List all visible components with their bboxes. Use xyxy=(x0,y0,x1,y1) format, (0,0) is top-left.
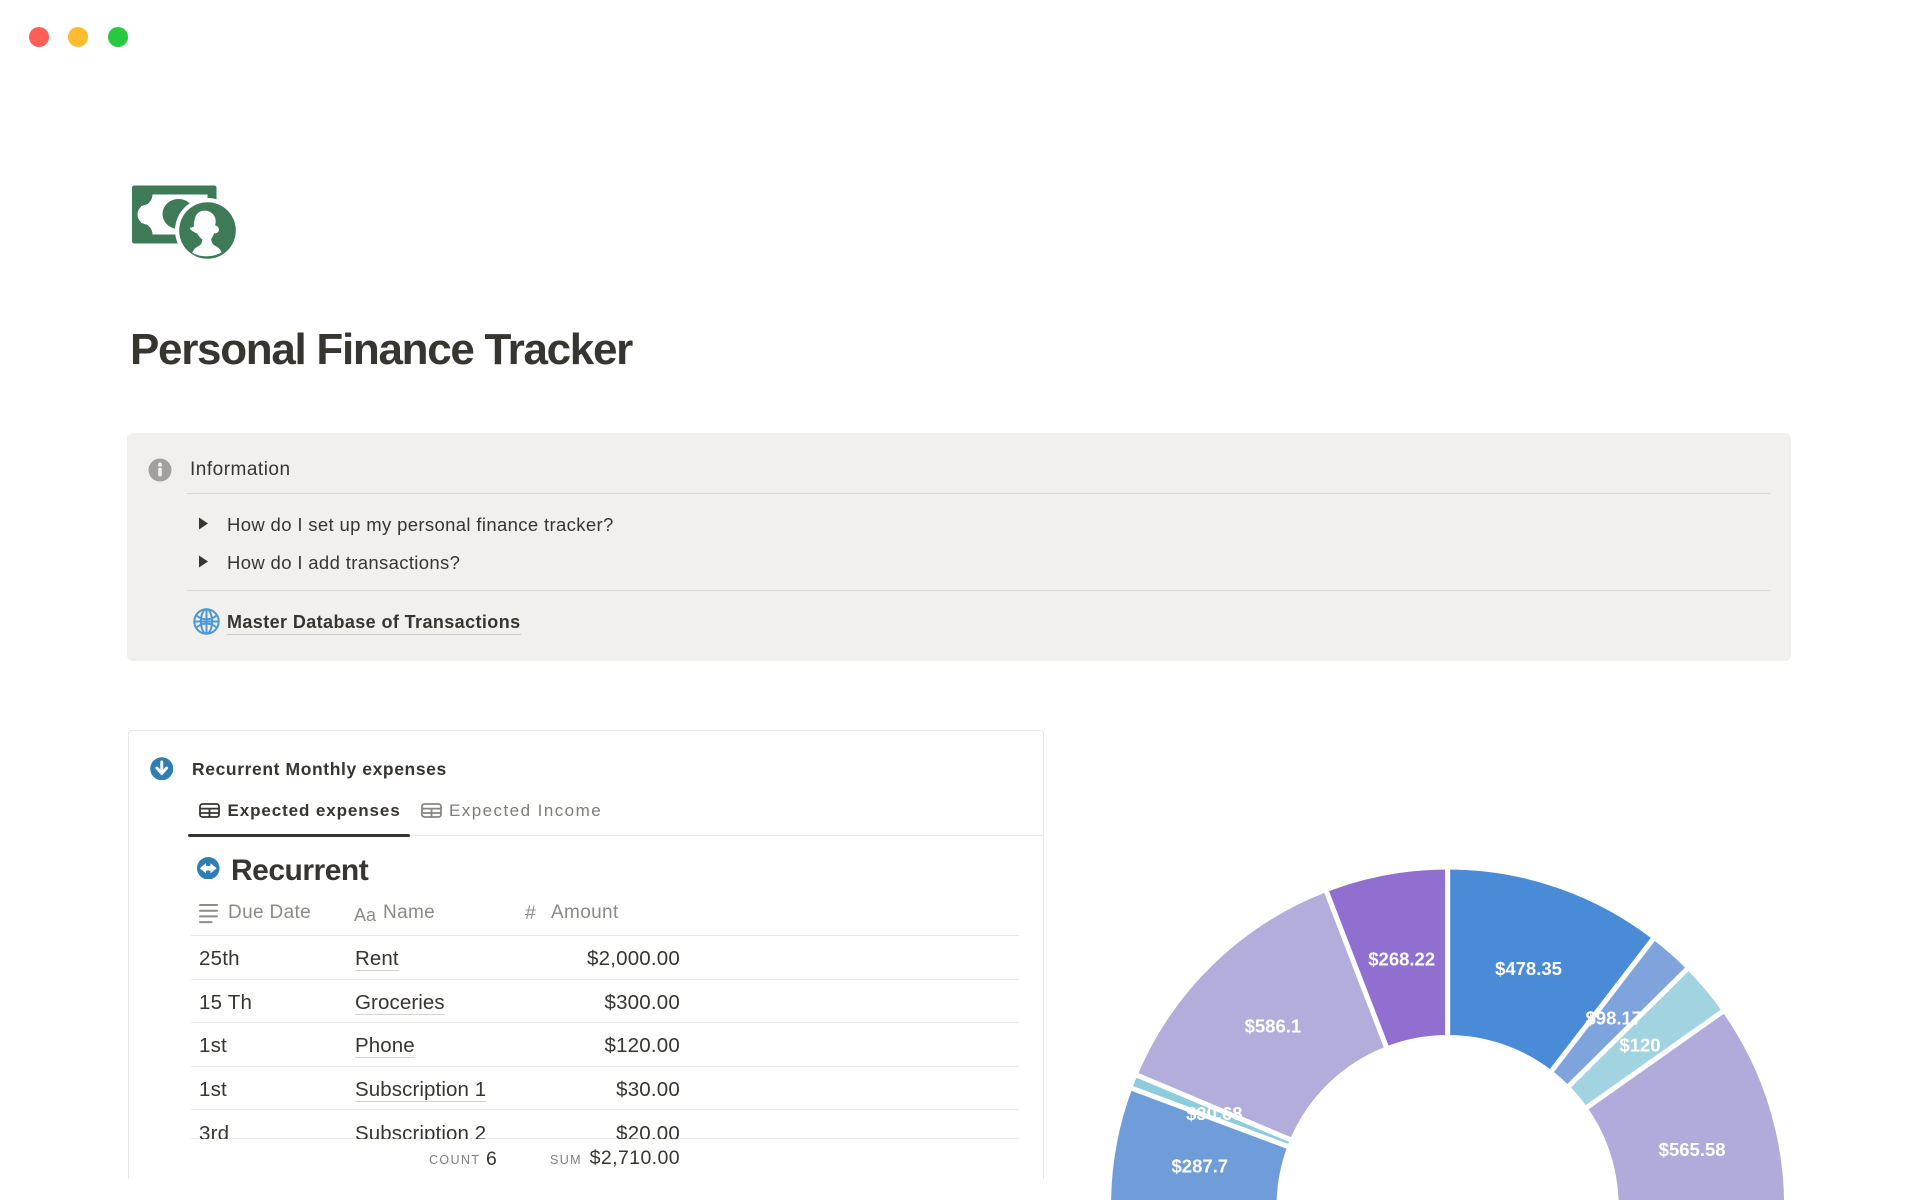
svg-text:$30.68: $30.68 xyxy=(1186,1103,1243,1124)
svg-text:$98.17: $98.17 xyxy=(1586,1007,1643,1028)
svg-text:$586.1: $586.1 xyxy=(1245,1015,1302,1036)
svg-text:$565.58: $565.58 xyxy=(1659,1139,1726,1160)
svg-text:$268.22: $268.22 xyxy=(1368,949,1435,970)
svg-text:$120: $120 xyxy=(1619,1034,1660,1055)
svg-text:$287.7: $287.7 xyxy=(1172,1156,1229,1177)
svg-text:$478.35: $478.35 xyxy=(1495,958,1562,979)
